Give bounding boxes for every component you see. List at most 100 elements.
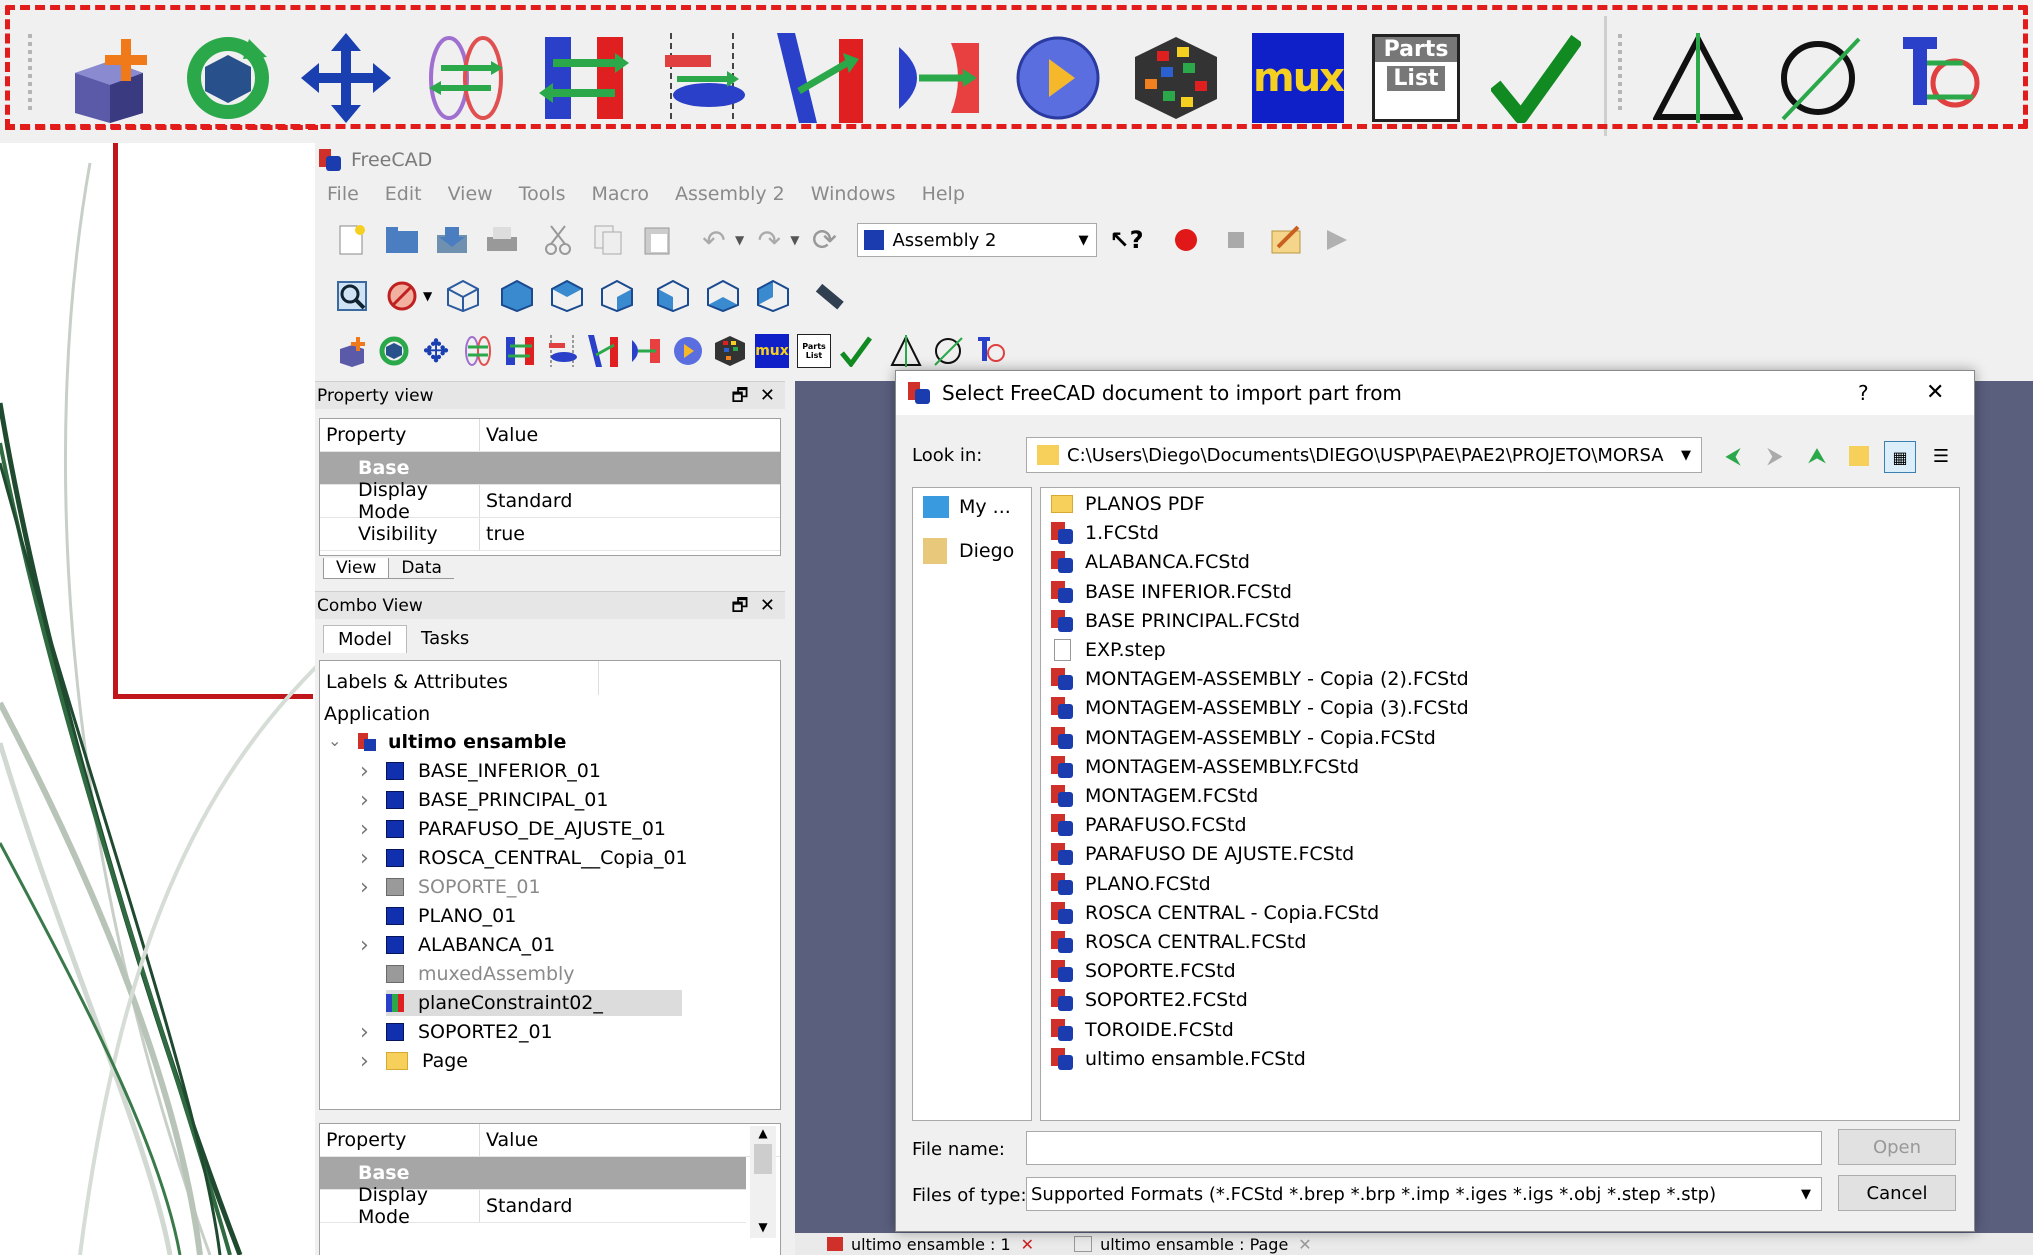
undo-icon[interactable]: ↶ [697, 223, 731, 257]
scroll-up-icon[interactable]: ▲ [750, 1126, 776, 1140]
tab-model[interactable]: Model [323, 625, 408, 653]
new-document-icon[interactable] [335, 223, 369, 257]
chevron-right-icon[interactable]: › [360, 1020, 369, 1045]
solve-constraints-icon[interactable] [671, 334, 705, 368]
place-user-diego[interactable]: Diego [923, 538, 1014, 564]
stop-macro-icon[interactable] [1219, 223, 1253, 257]
close-tab-icon[interactable]: ✕ [1298, 1235, 1311, 1254]
close-tab-icon[interactable]: ✕ [1021, 1235, 1034, 1254]
document-tab[interactable]: ultimo ensamble : Page ✕ [1074, 1235, 1312, 1254]
property-row[interactable]: Display Mode Standard [320, 479, 780, 523]
close-dialog-button[interactable]: ✕ [1926, 371, 1944, 415]
check-assembly-icon[interactable] [839, 334, 873, 368]
file-name-input[interactable] [1026, 1131, 1822, 1165]
chevron-right-icon[interactable]: › [360, 875, 369, 900]
list-view-icon[interactable]: ▦ [1884, 441, 1916, 473]
chevron-right-icon[interactable]: › [360, 817, 369, 842]
workbench-selector[interactable]: Assembly 2 ▼ [857, 223, 1098, 257]
file-item[interactable]: MONTAGEM-ASSEMBLY - Copia (2).FCStd [1051, 665, 1469, 693]
isometric-view-icon[interactable] [446, 279, 480, 313]
front-view-icon[interactable] [500, 279, 534, 313]
file-item[interactable]: ALABANCA.FCStd [1051, 548, 1250, 576]
tree-item[interactable]: BASE_INFERIOR_01 [386, 758, 601, 784]
menu-tools[interactable]: Tools [519, 183, 566, 205]
undo-dropdown-icon[interactable]: ▼ [735, 233, 744, 247]
forward-icon[interactable]: ⮞ [1760, 441, 1790, 471]
tree-item[interactable]: SOPORTE2_01 [386, 1019, 553, 1045]
tree-item[interactable]: PLANO_01 [386, 903, 516, 929]
parts-list-icon[interactable]: Parts List [797, 334, 831, 368]
fit-all-icon[interactable] [335, 279, 369, 313]
help-button[interactable]: ? [1858, 371, 1869, 415]
tab-data[interactable]: Data [389, 558, 454, 579]
file-item[interactable]: BASE PRINCIPAL.FCStd [1051, 607, 1300, 635]
edit-macro-icon[interactable] [1269, 223, 1303, 257]
back-icon[interactable]: ⮜ [1718, 441, 1748, 471]
menu-file[interactable]: File [327, 183, 359, 205]
new-folder-icon[interactable] [1844, 441, 1874, 471]
run-macro-icon[interactable] [1319, 223, 1353, 257]
file-item[interactable]: PLANO.FCStd [1051, 870, 1211, 898]
circle-icon[interactable] [931, 334, 965, 368]
menu-windows[interactable]: Windows [811, 183, 896, 205]
menu-assembly2[interactable]: Assembly 2 [675, 183, 785, 205]
open-button[interactable]: Open [1838, 1129, 1956, 1165]
file-item[interactable]: MONTAGEM-ASSEMBLY.FCStd [1051, 753, 1359, 781]
chevron-down-icon[interactable]: ⌄ [328, 731, 341, 750]
record-macro-icon[interactable] [1169, 223, 1203, 257]
draw-style-dropdown-icon[interactable]: ▼ [423, 289, 432, 303]
update-part-icon[interactable] [377, 334, 411, 368]
rear-view-icon[interactable] [656, 279, 690, 313]
bottom-view-icon[interactable] [706, 279, 740, 313]
open-folder-icon[interactable] [385, 223, 419, 257]
tree-document-root[interactable]: ultimo ensamble [358, 729, 566, 755]
file-item[interactable]: PLANOS PDF [1051, 490, 1205, 518]
plane-constraint-icon[interactable] [503, 334, 537, 368]
scrollbar[interactable]: ▲ ▼ [750, 1126, 776, 1238]
tab-view[interactable]: View [323, 558, 390, 579]
axial-constraint-icon[interactable] [545, 334, 579, 368]
spherical-surface-constraint-icon[interactable] [629, 334, 663, 368]
property-row[interactable]: Visibility true [320, 518, 780, 551]
file-item[interactable]: PARAFUSO DE AJUSTE.FCStd [1051, 840, 1354, 868]
file-item[interactable]: PARAFUSO.FCStd [1051, 811, 1247, 839]
draw-style-icon[interactable] [385, 279, 419, 313]
right-view-icon[interactable] [600, 279, 634, 313]
menu-macro[interactable]: Macro [592, 183, 650, 205]
look-in-combo[interactable]: C:\Users\Diego\Documents\DIEGO\USP\PAE\P… [1026, 437, 1702, 473]
paste-icon[interactable] [641, 223, 675, 257]
whats-this-icon[interactable]: ↖? [1109, 223, 1143, 257]
move-part-icon[interactable]: ✥ [419, 332, 453, 370]
tree-item[interactable]: BASE_PRINCIPAL_01 [386, 787, 608, 813]
place-my-computer[interactable]: My ... [923, 496, 1011, 518]
file-item[interactable]: ROSCA CENTRAL.FCStd [1051, 928, 1306, 956]
file-item[interactable]: MONTAGEM-ASSEMBLY - Copia.FCStd [1051, 724, 1436, 752]
chevron-right-icon[interactable]: › [360, 933, 369, 958]
chevron-right-icon[interactable]: › [360, 788, 369, 813]
redo-icon[interactable]: ↷ [752, 223, 786, 257]
property-value[interactable]: Standard [480, 1195, 572, 1217]
tree-item[interactable]: planeConstraint02_ [386, 990, 682, 1016]
file-item[interactable]: 1.FCStd [1051, 519, 1159, 547]
file-item[interactable]: MONTAGEM-ASSEMBLY - Copia (3).FCStd [1051, 694, 1469, 722]
tree-item[interactable]: PARAFUSO_DE_AJUSTE_01 [386, 816, 666, 842]
menu-help[interactable]: Help [922, 183, 965, 205]
import-part-icon[interactable] [335, 334, 369, 368]
file-type-select[interactable]: Supported Formats (*.FCStd *.brep *.brp … [1026, 1177, 1822, 1211]
menu-view[interactable]: View [448, 183, 493, 205]
measure-distance-icon[interactable] [812, 279, 846, 313]
cad-icon[interactable] [973, 334, 1007, 368]
file-item[interactable]: SOPORTE.FCStd [1051, 957, 1236, 985]
cancel-button[interactable]: Cancel [1838, 1175, 1956, 1211]
detail-view-icon[interactable]: ☰ [1926, 441, 1956, 471]
scroll-down-icon[interactable]: ▼ [750, 1220, 776, 1234]
file-item[interactable]: ROSCA CENTRAL - Copia.FCStd [1051, 899, 1379, 927]
property-value[interactable]: Standard [480, 490, 572, 512]
top-view-icon[interactable] [550, 279, 584, 313]
mux-assembly-icon[interactable]: mux [755, 334, 789, 368]
file-item[interactable]: EXP.step [1051, 636, 1166, 664]
file-item[interactable]: MONTAGEM.FCStd [1051, 782, 1258, 810]
chevron-right-icon[interactable]: › [360, 759, 369, 784]
refresh-icon[interactable]: ⟳ [807, 223, 841, 258]
scrollbar-thumb[interactable] [754, 1144, 772, 1174]
